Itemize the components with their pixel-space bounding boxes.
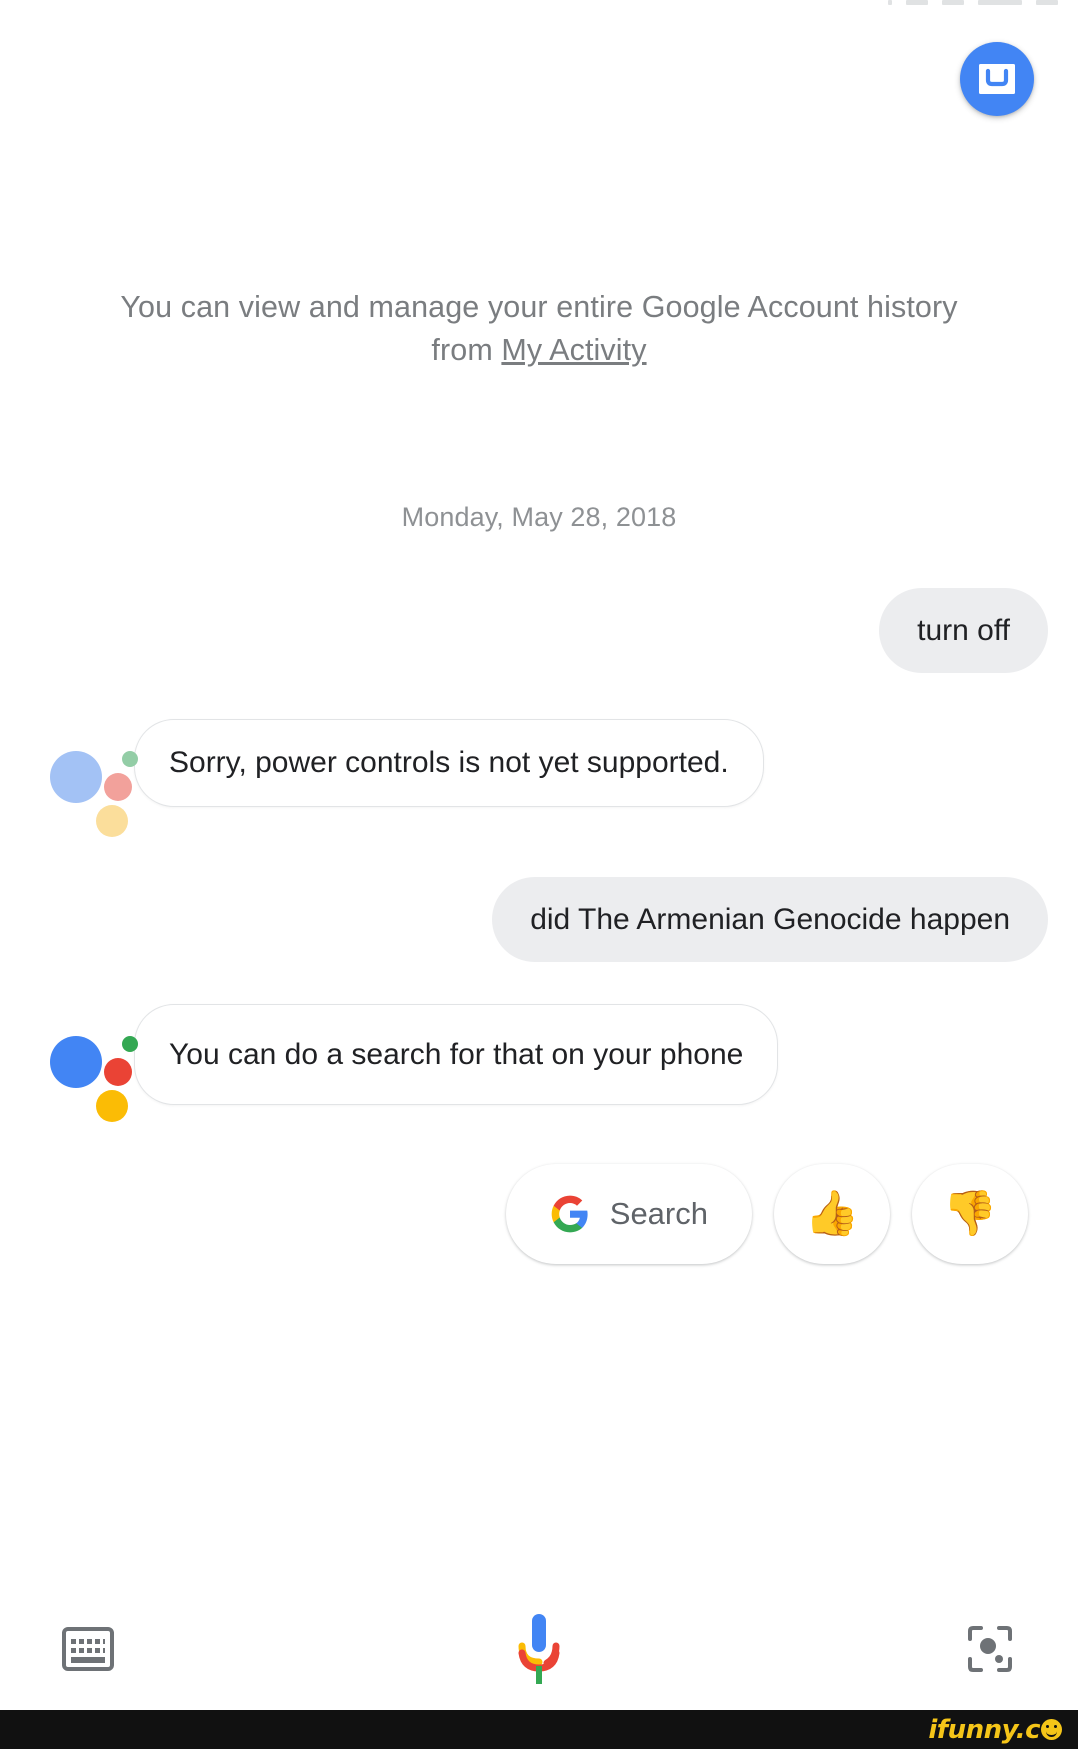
watermark-text: ifunny.c [928,1714,1040,1745]
keyboard-icon [62,1626,114,1676]
thumbs-down-chip[interactable]: 👎 [912,1164,1028,1264]
thumbs-down-icon: 👎 [942,1189,998,1238]
search-chip[interactable]: Search [505,1164,752,1264]
status-icon-clipped [978,0,1022,5]
battery-icon-clipped [1036,0,1058,5]
assistant-logo-full [38,1022,138,1122]
message-row-assistant: Sorry, power controls is not yet support… [30,719,1048,837]
assistant-logo-dot-yellow [96,805,128,837]
mic-button[interactable] [514,1610,564,1693]
message-row-assistant: You can do a search for that on your pho… [30,1004,1048,1122]
assistant-message-bubble[interactable]: Sorry, power controls is not yet support… [134,719,764,807]
thumbs-up-icon: 👍 [804,1189,860,1238]
bottom-toolbar [0,1592,1078,1710]
assistant-logo-dot-yellow [96,1090,128,1122]
keyboard-button[interactable] [62,1626,114,1676]
suggestion-chip-row: Search 👍 👎 [30,1164,1048,1264]
search-chip-label: Search [609,1196,708,1231]
lens-button[interactable] [964,1623,1016,1680]
my-activity-link[interactable]: My Activity [501,333,646,367]
assistant-logo-dot-blue [50,751,102,803]
google-g-icon [550,1194,590,1234]
google-lens-icon [964,1623,1016,1680]
status-icon-clipped [888,0,892,5]
thumbs-up-chip[interactable]: 👍 [774,1164,890,1264]
status-bar-remnant [0,0,1078,6]
user-message-bubble[interactable]: turn off [879,588,1048,673]
message-row-user: did The Armenian Genocide happen [30,877,1048,962]
assistant-logo-faded [38,737,138,837]
status-icon-clipped [942,0,964,5]
ifunny-watermark: ifunny.c [928,1715,1062,1745]
microphone-icon [514,1610,564,1693]
assistant-logo-dot-green [122,751,138,767]
status-icon-clipped [906,0,928,5]
assistant-logo-dot-red [104,1058,132,1086]
inbox-tray-icon [979,64,1015,94]
assistant-screen: You can view and manage your entire Goog… [0,0,1078,1749]
user-message-bubble[interactable]: did The Armenian Genocide happen [492,877,1048,962]
account-history-note: You can view and manage your entire Goog… [0,286,1078,372]
watermark-strip: ifunny.c [0,1710,1078,1749]
assistant-logo-dot-blue [50,1036,102,1088]
date-divider: Monday, May 28, 2018 [401,502,677,532]
assistant-logo-dot-red [104,773,132,801]
assistant-message-bubble[interactable]: You can do a search for that on your pho… [134,1004,779,1105]
assistant-logo-dot-green [122,1036,138,1052]
message-row-user: turn off [30,588,1048,673]
smiley-face-icon [1041,1719,1062,1740]
conversation-list: turn off Sorry, power controls is not ye… [0,588,1078,1264]
inbox-button[interactable] [960,42,1034,116]
